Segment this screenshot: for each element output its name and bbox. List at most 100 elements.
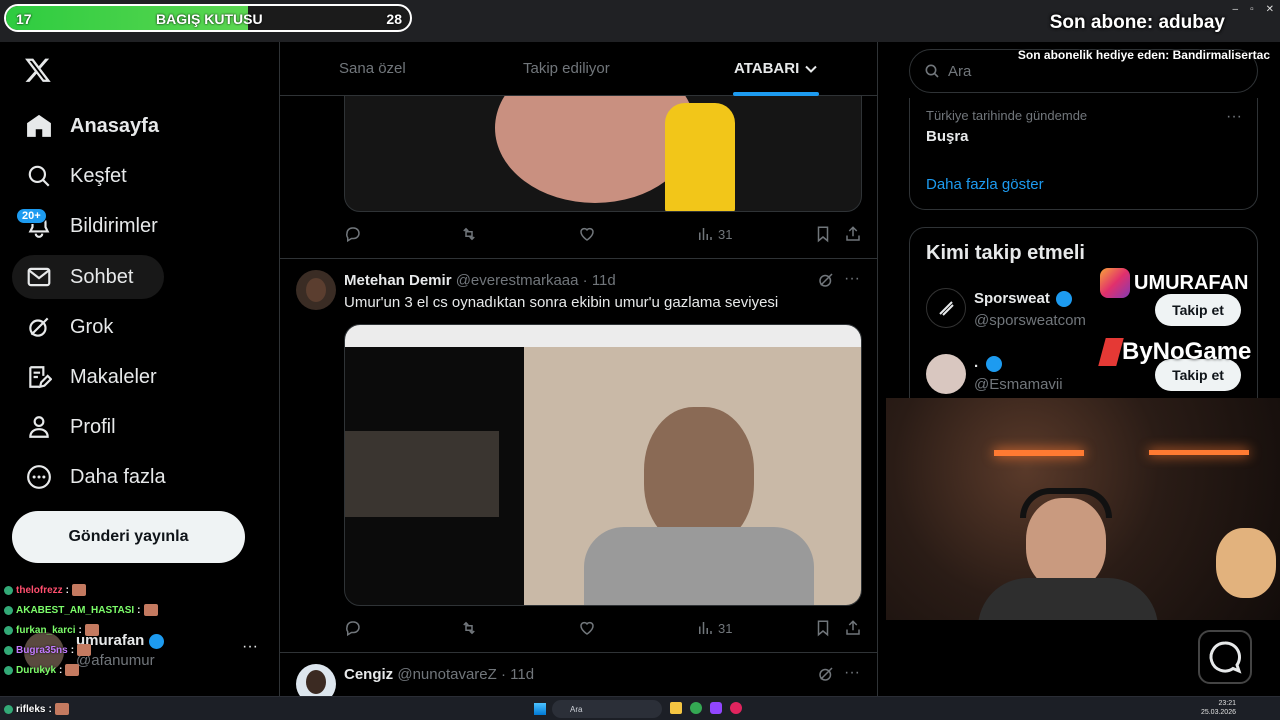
streamer-body (978, 578, 1158, 620)
tweet-time[interactable]: · 11d (583, 272, 616, 289)
last-gift-subscriber-text: Son abonelik hediye eden: Bandirmalisert… (1017, 48, 1270, 62)
chat-message: AKABEST_AM_HASTASI: (4, 604, 158, 616)
show-more-link[interactable]: Daha fazla göster (926, 176, 1044, 193)
chat-badge-icon (4, 625, 13, 635)
messages-floating-button[interactable] (1198, 630, 1252, 684)
taskbar-clock[interactable]: 23:21 25.03.2026 (1201, 699, 1236, 717)
tweet-actions: 31 (344, 619, 860, 641)
tweet-time[interactable]: · 11d (501, 666, 534, 683)
follow-suggestion-handle[interactable]: @Esmamavii (974, 376, 1063, 393)
x-logo-icon[interactable] (24, 56, 52, 84)
taskbar-search-label: Ara (570, 704, 583, 714)
taskbar-app-icons[interactable] (670, 702, 742, 714)
tweet-author-name[interactable]: Cengiz (344, 666, 393, 683)
views-stat[interactable]: 31 (696, 225, 732, 243)
nav-label-explore: Keşfet (70, 164, 127, 187)
more-options-icon[interactable]: ··· (844, 664, 860, 682)
sponsor-name: ByNoGame (1122, 338, 1252, 365)
avatar[interactable] (926, 288, 966, 328)
who-to-follow-title: Kimi takip etmeli (926, 242, 1085, 264)
follow-suggestion-name[interactable]: Sporsweat (974, 290, 1050, 307)
app-icon[interactable] (730, 702, 742, 714)
last-subscriber-text: Son abone: adubay (1049, 12, 1225, 33)
instagram-icon (1100, 268, 1130, 298)
windows-start-icon[interactable] (534, 703, 546, 715)
avatar[interactable] (926, 354, 966, 394)
repost-icon[interactable] (460, 619, 478, 637)
follow-suggestion-name[interactable]: . (974, 354, 978, 371)
chat-message: rifleks: (4, 703, 69, 715)
nav-item-explore[interactable]: Keşfet (12, 154, 141, 198)
follow-suggestion-handle[interactable]: @sporsweatcom (974, 312, 1086, 329)
more-options-icon[interactable]: ··· (1226, 108, 1242, 126)
articles-icon (26, 364, 52, 390)
more-options-icon[interactable]: ··· (242, 638, 258, 656)
grok-explain-icon[interactable] (817, 665, 835, 683)
chat-badge-icon (4, 704, 13, 714)
clock-time: 23:21 (1218, 700, 1236, 707)
nav-label-grok: Grok (70, 315, 114, 338)
chat-user: AKABEST_AM_HASTASI (16, 604, 135, 616)
tweet-author-handle[interactable]: @everestmarkaaa (456, 272, 579, 289)
share-icon[interactable] (844, 225, 862, 243)
timeline-tabs: Sana özel Takip ediliyor ATABARI (280, 42, 877, 96)
chevron-down-icon[interactable] (804, 62, 818, 76)
reply-icon[interactable] (344, 619, 362, 637)
chat-user: furkan_karci (16, 624, 76, 636)
verified-icon (986, 356, 1002, 372)
chat-message: Durukyk: (4, 664, 80, 676)
grok-explain-icon[interactable] (817, 271, 835, 289)
reply-icon[interactable] (344, 225, 362, 243)
instagram-overlay: UMURAFAN (1100, 268, 1248, 298)
avatar[interactable] (296, 664, 336, 696)
nav-item-chat[interactable]: Sohbet (12, 255, 164, 299)
tweet-author-handle[interactable]: @nunotavareZ (397, 666, 496, 683)
chat-user: thelofrezz (16, 584, 63, 596)
trend-title[interactable]: Buşra (926, 128, 969, 145)
mail-icon (26, 264, 52, 290)
tweet-media-video[interactable] (344, 324, 862, 606)
share-icon[interactable] (844, 619, 862, 637)
like-icon[interactable] (578, 225, 596, 243)
more-options-icon[interactable]: ··· (844, 270, 860, 288)
taskbar-search[interactable]: Ara (552, 700, 662, 718)
window-controls[interactable]: – ▫ ✕ (1233, 4, 1275, 15)
close-icon[interactable]: ✕ (1266, 4, 1274, 15)
chrome-icon[interactable] (690, 702, 702, 714)
instagram-handle: UMURAFAN (1134, 271, 1249, 294)
nav-item-home[interactable]: Anasayfa (12, 104, 173, 148)
tab-following[interactable]: Takip ediliyor (523, 60, 610, 77)
tweet-text: Umur'un 3 el cs oynadıktan sonra ekibin … (344, 294, 779, 311)
nav-item-more[interactable]: Daha fazla (12, 455, 180, 499)
views-stat[interactable]: 31 (696, 619, 732, 637)
nav-item-profile[interactable]: Profil (12, 405, 130, 449)
bookmark-icon[interactable] (814, 225, 832, 243)
maximize-icon[interactable]: ▫ (1250, 4, 1254, 15)
webcam-light (994, 450, 1084, 456)
nav-item-grok[interactable]: Grok (12, 305, 127, 349)
donation-goal-value: 28 (386, 11, 402, 27)
tab-list-atabari[interactable]: ATABARI (734, 60, 799, 77)
profile-icon (26, 414, 52, 440)
bookmark-icon[interactable] (814, 619, 832, 637)
nav-item-articles[interactable]: Makaleler (12, 355, 171, 399)
like-icon[interactable] (578, 619, 596, 637)
app-icon[interactable] (710, 702, 722, 714)
chat-message: thelofrezz: (4, 584, 87, 596)
chat-emote-icon (65, 664, 80, 676)
views-icon (699, 228, 712, 240)
trends-card: Türkiye tarihinde gündemde Buşra ··· Dah… (909, 98, 1258, 210)
views-count: 31 (718, 620, 733, 636)
avatar[interactable] (296, 270, 336, 310)
tweet-author-name[interactable]: Metehan Demir (344, 272, 452, 289)
tab-for-you[interactable]: Sana özel (339, 60, 406, 77)
post-button[interactable]: Gönderi yayınla (12, 511, 245, 563)
trend-context: Türkiye tarihinde gündemde (926, 108, 1088, 123)
minimize-icon[interactable]: – (1233, 4, 1239, 15)
nav-label-more: Daha fazla (70, 465, 166, 488)
follow-button[interactable]: Takip et (1155, 294, 1241, 326)
clock-date: 25.03.2026 (1200, 709, 1236, 716)
verified-icon (149, 634, 164, 649)
repost-icon[interactable] (460, 225, 478, 243)
file-explorer-icon[interactable] (670, 702, 682, 714)
